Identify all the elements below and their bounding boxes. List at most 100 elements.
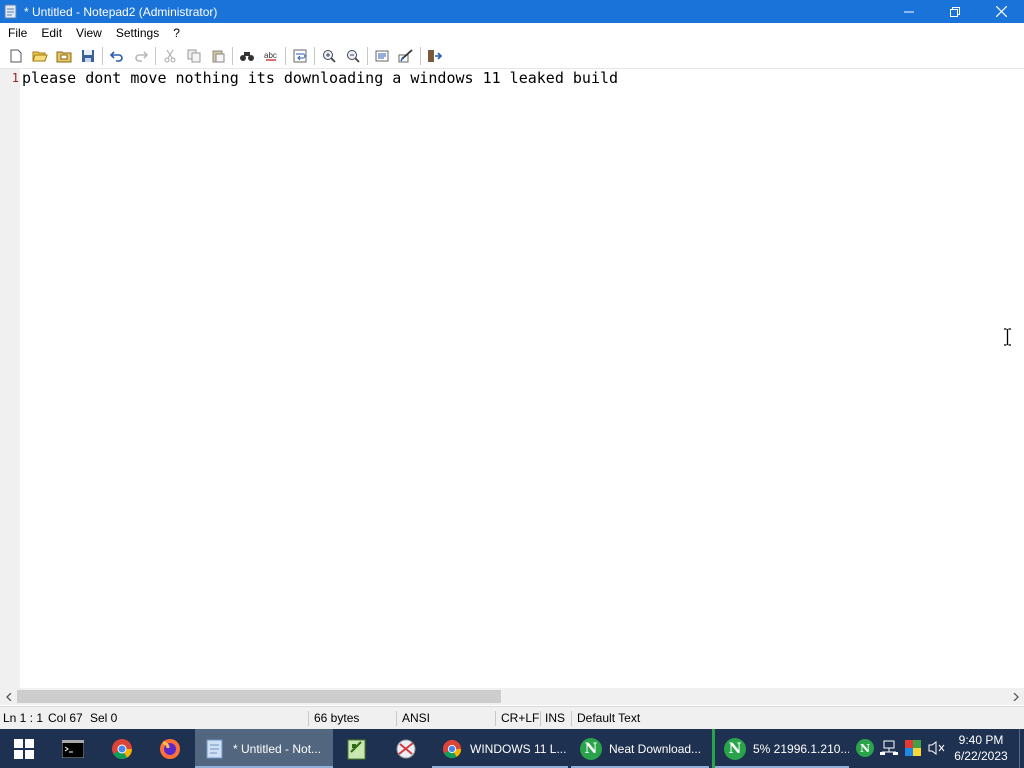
close-button[interactable]: [978, 0, 1024, 23]
taskbar-snipping-tool[interactable]: [382, 729, 430, 768]
customize-schemes-button[interactable]: [394, 45, 418, 67]
zoom-out-icon: [347, 49, 360, 63]
copy-button[interactable]: [182, 45, 206, 67]
taskbar-firefox[interactable]: [146, 729, 194, 768]
volume-muted-icon: [928, 741, 945, 755]
copy-icon: [187, 49, 201, 62]
exit-icon: [428, 49, 443, 62]
network-icon: [880, 740, 898, 755]
task-chrome-label: WINDOWS 11 L...: [470, 741, 567, 756]
menu-help[interactable]: ?: [166, 23, 187, 43]
open-file-button[interactable]: [28, 45, 52, 67]
menu-file[interactable]: File: [1, 23, 34, 43]
task-chrome-window[interactable]: WINDOWS 11 L...: [432, 729, 568, 768]
windows-logo-icon: [14, 738, 34, 759]
toolbar-separator: [232, 46, 233, 65]
status-encoding[interactable]: ANSI: [402, 707, 430, 729]
chrome-icon: [440, 737, 464, 761]
open-file-icon: [32, 51, 48, 61]
cut-icon: [164, 49, 176, 62]
snipping-tool-icon: [396, 739, 416, 758]
notepad-plus-icon: [347, 739, 366, 759]
find-button[interactable]: [235, 45, 259, 67]
tray-volume[interactable]: [927, 738, 947, 758]
taskbar: * Untitled - Not... WINDOWS 11 L... N Ne…: [0, 729, 1024, 768]
tray-network[interactable]: [879, 738, 899, 758]
taskbar-notepad-pinned[interactable]: [333, 729, 381, 768]
status-insert-mode[interactable]: INS: [545, 707, 565, 729]
menu-settings[interactable]: Settings: [109, 23, 166, 43]
start-button[interactable]: [0, 729, 48, 768]
status-bar: Ln 1 : 1 Col 67 Sel 0 66 bytes ANSI CR+L…: [0, 706, 1024, 729]
status-file-size: 66 bytes: [314, 711, 360, 725]
neat-download-icon: N: [723, 737, 747, 761]
task-notepad-label: * Untitled - Not...: [233, 741, 322, 756]
undo-button[interactable]: [105, 45, 129, 67]
toolbar-separator: [420, 46, 421, 65]
notepad-icon: [203, 737, 227, 761]
toolbar-separator: [285, 46, 286, 65]
menu-edit[interactable]: Edit: [34, 23, 69, 43]
redo-button[interactable]: [129, 45, 153, 67]
restore-icon: [950, 6, 960, 17]
command-prompt-icon: [62, 739, 84, 758]
save-button[interactable]: [76, 45, 100, 67]
scheme-button[interactable]: [370, 45, 394, 67]
scroll-right-button[interactable]: [1007, 688, 1024, 705]
toolbar-separator: [314, 46, 315, 65]
scroll-left-button[interactable]: [0, 688, 17, 705]
close-icon: [995, 6, 1007, 17]
toolbar-separator: [102, 46, 103, 65]
status-divider: [495, 711, 496, 726]
replace-button[interactable]: abc: [259, 45, 283, 67]
status-scheme[interactable]: Default Text: [577, 707, 640, 729]
settings-icon: [398, 48, 413, 62]
line-number-gutter: 1: [0, 69, 20, 688]
toolbar-separator: [155, 46, 156, 65]
status-divider: [540, 711, 541, 726]
toolbar-separator: [367, 46, 368, 65]
status-divider: [308, 711, 309, 726]
paste-button[interactable]: [206, 45, 230, 67]
task-notepad[interactable]: * Untitled - Not...: [195, 729, 333, 768]
task-download-progress[interactable]: N 5% 21996.1.210...: [712, 729, 849, 768]
word-wrap-button[interactable]: [288, 45, 312, 67]
browse-button[interactable]: [52, 45, 76, 67]
neat-download-icon: N: [579, 737, 603, 761]
word-wrap-icon: [293, 49, 307, 62]
scheme-icon: [375, 50, 389, 61]
zoom-in-button[interactable]: [317, 45, 341, 67]
menu-bar: File Edit View Settings ?: [0, 23, 1024, 43]
taskbar-chrome[interactable]: [98, 729, 146, 768]
system-clock[interactable]: 9:40 PM 6/22/2023: [950, 732, 1012, 764]
editor-text-line[interactable]: please dont move nothing its downloading…: [22, 69, 618, 87]
firefox-icon: [160, 738, 180, 759]
menu-view[interactable]: View: [69, 23, 109, 43]
title-bar[interactable]: * Untitled - Notepad2 (Administrator): [0, 0, 1024, 23]
restore-button[interactable]: [932, 0, 978, 23]
minimize-button[interactable]: [886, 0, 932, 23]
status-line-endings[interactable]: CR+LF: [501, 707, 539, 729]
show-desktop-button[interactable]: [1019, 729, 1024, 768]
minimize-icon: [904, 11, 914, 12]
notepad-app-icon[interactable]: [4, 4, 18, 19]
tray-color-app[interactable]: [903, 738, 923, 758]
cut-button[interactable]: [158, 45, 182, 67]
taskbar-command-prompt[interactable]: [49, 729, 97, 768]
tray-neat-download[interactable]: N: [855, 738, 875, 758]
clock-time: 9:40 PM: [958, 733, 1004, 747]
chrome-icon: [112, 738, 132, 759]
scrollbar-thumb[interactable]: [17, 690, 501, 703]
editor-area[interactable]: 1 please dont move nothing its downloadi…: [0, 69, 1024, 688]
status-line-position: Ln 1 : 1: [3, 711, 44, 725]
find-icon: [240, 51, 254, 61]
task-neat-download[interactable]: N Neat Download...: [571, 729, 709, 768]
task-neat-download-label: Neat Download...: [609, 741, 702, 756]
exit-button[interactable]: [423, 45, 447, 67]
horizontal-scrollbar[interactable]: [0, 688, 1024, 705]
neat-download-tray-icon: N: [856, 739, 874, 757]
redo-icon: [135, 50, 148, 62]
new-file-button[interactable]: [4, 45, 28, 67]
zoom-out-button[interactable]: [341, 45, 365, 67]
status-divider: [571, 711, 572, 726]
